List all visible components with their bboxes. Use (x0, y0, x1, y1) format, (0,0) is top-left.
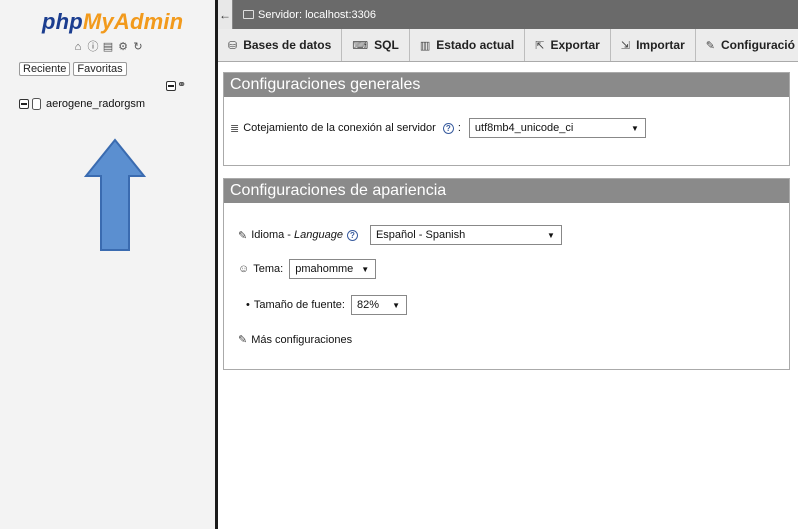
main-menu-bar: ⛁ Bases de datos ⌨ SQL ▥ Estado actual ⇱… (218, 29, 798, 62)
collation-value: utf8mb4_unicode_ci (474, 122, 574, 134)
theme-label: Tema: (253, 263, 284, 275)
font-size-label: Tamaño de fuente: (253, 299, 345, 311)
tab-databases-label: Bases de datos (243, 38, 332, 52)
nav-tabs: Reciente Favoritas (19, 62, 127, 76)
tab-favorites[interactable]: Favoritas (73, 62, 127, 76)
tab-databases[interactable]: ⛁ Bases de datos (218, 29, 343, 61)
collation-select[interactable]: utf8mb4_unicode_ci ▼ (468, 118, 646, 138)
font-size-row: • Tamaño de fuente: 82% ▼ (246, 295, 407, 315)
tab-sql[interactable]: ⌨ SQL (342, 29, 410, 61)
phpmyadmin-logo[interactable]: phpMyAdmin (42, 9, 183, 35)
theme-value: pmahomme (295, 263, 354, 275)
language-icon: ✎ (238, 229, 248, 242)
export-icon: ⇱ (535, 39, 545, 52)
navigation-panel: phpMyAdmin ⌂ ⓘ ▤ ⚙ ↻ Reciente Favoritas … (0, 0, 215, 529)
tab-settings-label: Configuració (720, 38, 795, 52)
tab-status[interactable]: ▥ Estado actual (410, 29, 526, 61)
language-select[interactable]: Español - Spanish ▼ (369, 225, 562, 245)
chevron-down-icon: ▼ (392, 300, 400, 310)
chevron-down-icon: ▼ (547, 230, 555, 240)
language-row: ✎ Idioma - Language ? Español - Spanish … (238, 225, 562, 245)
up-arrow-icon (83, 138, 147, 251)
home-icon[interactable]: ⌂ (72, 41, 84, 53)
tree-collapse-icon[interactable] (19, 99, 29, 109)
language-label-italic: Language (294, 229, 343, 241)
collapse-all-icon[interactable] (166, 80, 176, 91)
sql-icon: ⌨ (352, 39, 369, 52)
chevron-down-icon: ▼ (630, 123, 639, 133)
tab-recent[interactable]: Reciente (19, 62, 71, 76)
reload-icon[interactable]: ↻ (132, 41, 144, 53)
theme-icon: ☺ (238, 263, 250, 275)
general-settings-title: Configuraciones generales (224, 73, 789, 97)
collation-colon: : (457, 122, 461, 134)
more-settings-link[interactable]: Más configuraciones (251, 334, 352, 346)
general-settings-panel: Configuraciones generales ≣ Cotejamiento… (223, 72, 790, 166)
more-settings-row[interactable]: ✎ Más configuraciones (238, 333, 352, 347)
tab-settings[interactable]: ✎ Configuració (696, 29, 798, 61)
nav-icon-bar: ⌂ ⓘ ▤ ⚙ ↻ (72, 41, 144, 53)
font-size-value: 82% (356, 299, 380, 311)
language-value: Español - Spanish (375, 229, 466, 241)
help-icon[interactable]: ? (346, 229, 358, 241)
collation-label: Cotejamiento de la conexión al servidor (243, 122, 436, 134)
tab-import[interactable]: ⇲ Importar (611, 29, 696, 61)
server-icon (243, 10, 254, 19)
database-tree-item[interactable]: aerogene_radorgsm (19, 98, 145, 110)
server-label: Servidor: localhost:3306 (258, 8, 377, 21)
theme-select[interactable]: pmahomme ▼ (289, 259, 377, 279)
nav-divider[interactable] (215, 0, 218, 529)
tab-export[interactable]: ⇱ Exportar (525, 29, 611, 61)
chevron-down-icon: ▼ (361, 264, 370, 274)
info-icon[interactable]: ⓘ (87, 41, 99, 53)
settings-icon[interactable]: ⚙ (117, 41, 129, 53)
font-size-select[interactable]: 82% ▼ (350, 295, 407, 315)
top-breadcrumb-bar: ← Servidor: localhost:3306 (218, 0, 798, 29)
tab-import-label: Importar (636, 38, 685, 52)
link-icon[interactable]: ⚭ (177, 80, 186, 91)
collapse-link-controls: ⚭ (166, 80, 186, 91)
theme-row: ☺ Tema: pmahomme ▼ (238, 259, 377, 279)
language-label: Idioma - Language (251, 229, 343, 241)
server-breadcrumb[interactable]: Servidor: localhost:3306 (243, 9, 376, 21)
database-icon (32, 98, 41, 110)
back-arrow-button[interactable]: ← (218, 0, 233, 29)
help-icon[interactable]: ? (442, 122, 454, 134)
import-icon: ⇲ (620, 39, 631, 52)
logo-myadmin: MyAdmin (82, 9, 184, 34)
appearance-settings-panel: Configuraciones de apariencia ✎ Idioma -… (223, 178, 790, 370)
up-arrow-annotation (83, 138, 147, 257)
database-name[interactable]: aerogene_radorgsm (46, 98, 145, 110)
wrench-icon: ✎ (705, 39, 715, 52)
list-icon: ≣ (230, 122, 240, 135)
databases-icon: ⛁ (228, 39, 238, 52)
wrench-icon: ✎ (238, 334, 248, 346)
appearance-settings-title: Configuraciones de apariencia (224, 179, 789, 203)
logo-php: php (42, 9, 83, 34)
tab-status-label: Estado actual (436, 38, 515, 52)
collation-row: ≣ Cotejamiento de la conexión al servido… (230, 118, 646, 138)
bullet: • (246, 299, 250, 311)
tab-export-label: Exportar (550, 38, 600, 52)
docs-icon[interactable]: ▤ (102, 41, 114, 53)
language-label-text: Idioma - (251, 229, 295, 241)
status-icon: ▥ (419, 39, 431, 52)
tab-sql-label: SQL (374, 38, 399, 52)
